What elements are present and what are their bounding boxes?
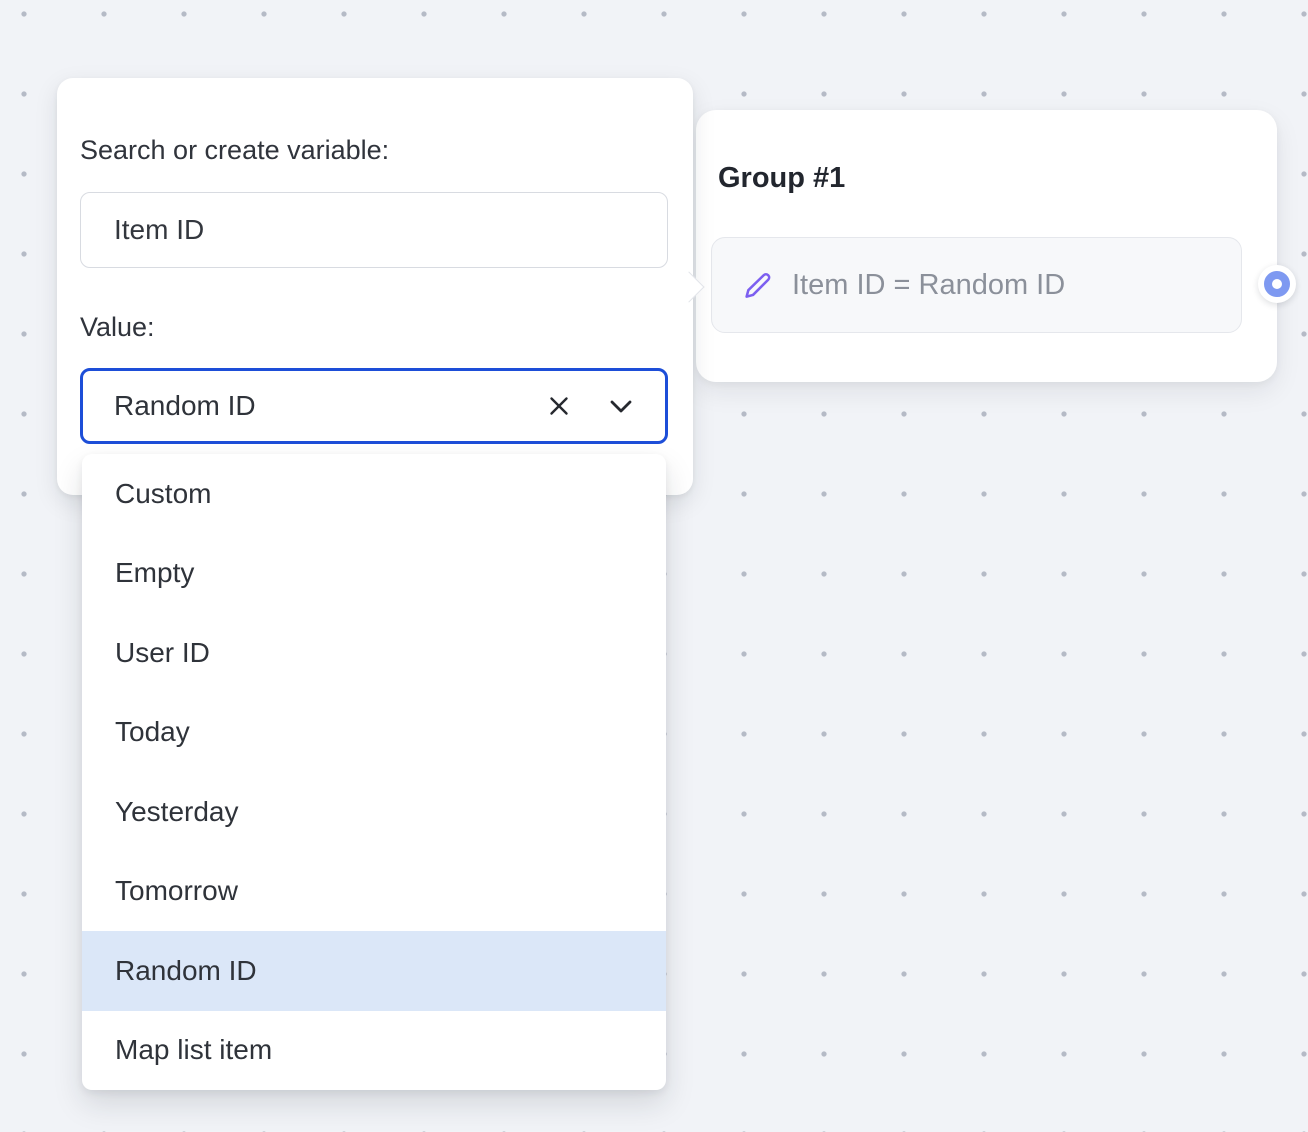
value-combobox[interactable]: Random ID [80, 368, 668, 444]
value-label: Value: [80, 312, 155, 343]
dropdown-option[interactable]: Random ID [82, 931, 666, 1011]
variable-popup: Search or create variable: Value: Random… [57, 78, 693, 495]
dropdown-option[interactable]: Yesterday [82, 772, 666, 852]
pencil-icon [743, 271, 772, 300]
clear-value-button[interactable] [537, 376, 581, 436]
dropdown-option[interactable]: Map list item [82, 1011, 666, 1091]
dropdown-option[interactable]: Today [82, 693, 666, 773]
group-title: Group #1 [718, 162, 845, 195]
combobox-value: Random ID [114, 390, 537, 422]
variable-search-input[interactable] [80, 192, 668, 268]
dropdown-option[interactable]: Tomorrow [82, 852, 666, 932]
flow-canvas[interactable]: Group #1 Item ID = Random ID Search or c… [0, 0, 1308, 1132]
chevron-down-icon [610, 400, 632, 413]
connector-port[interactable] [1258, 265, 1296, 303]
dropdown-option[interactable]: Empty [82, 534, 666, 614]
search-variable-label: Search or create variable: [80, 135, 389, 166]
group-item-label: Item ID = Random ID [792, 269, 1065, 302]
group-item-condition[interactable]: Item ID = Random ID [711, 237, 1242, 333]
dropdown-option[interactable]: Custom [82, 454, 666, 534]
open-dropdown-button[interactable] [599, 376, 643, 436]
connector-ring-icon [1264, 271, 1290, 297]
dropdown-option[interactable]: User ID [82, 613, 666, 693]
value-dropdown: CustomEmptyUser IDTodayYesterdayTomorrow… [82, 454, 666, 1090]
group-card[interactable]: Group #1 Item ID = Random ID [696, 110, 1277, 382]
x-icon [549, 396, 569, 416]
